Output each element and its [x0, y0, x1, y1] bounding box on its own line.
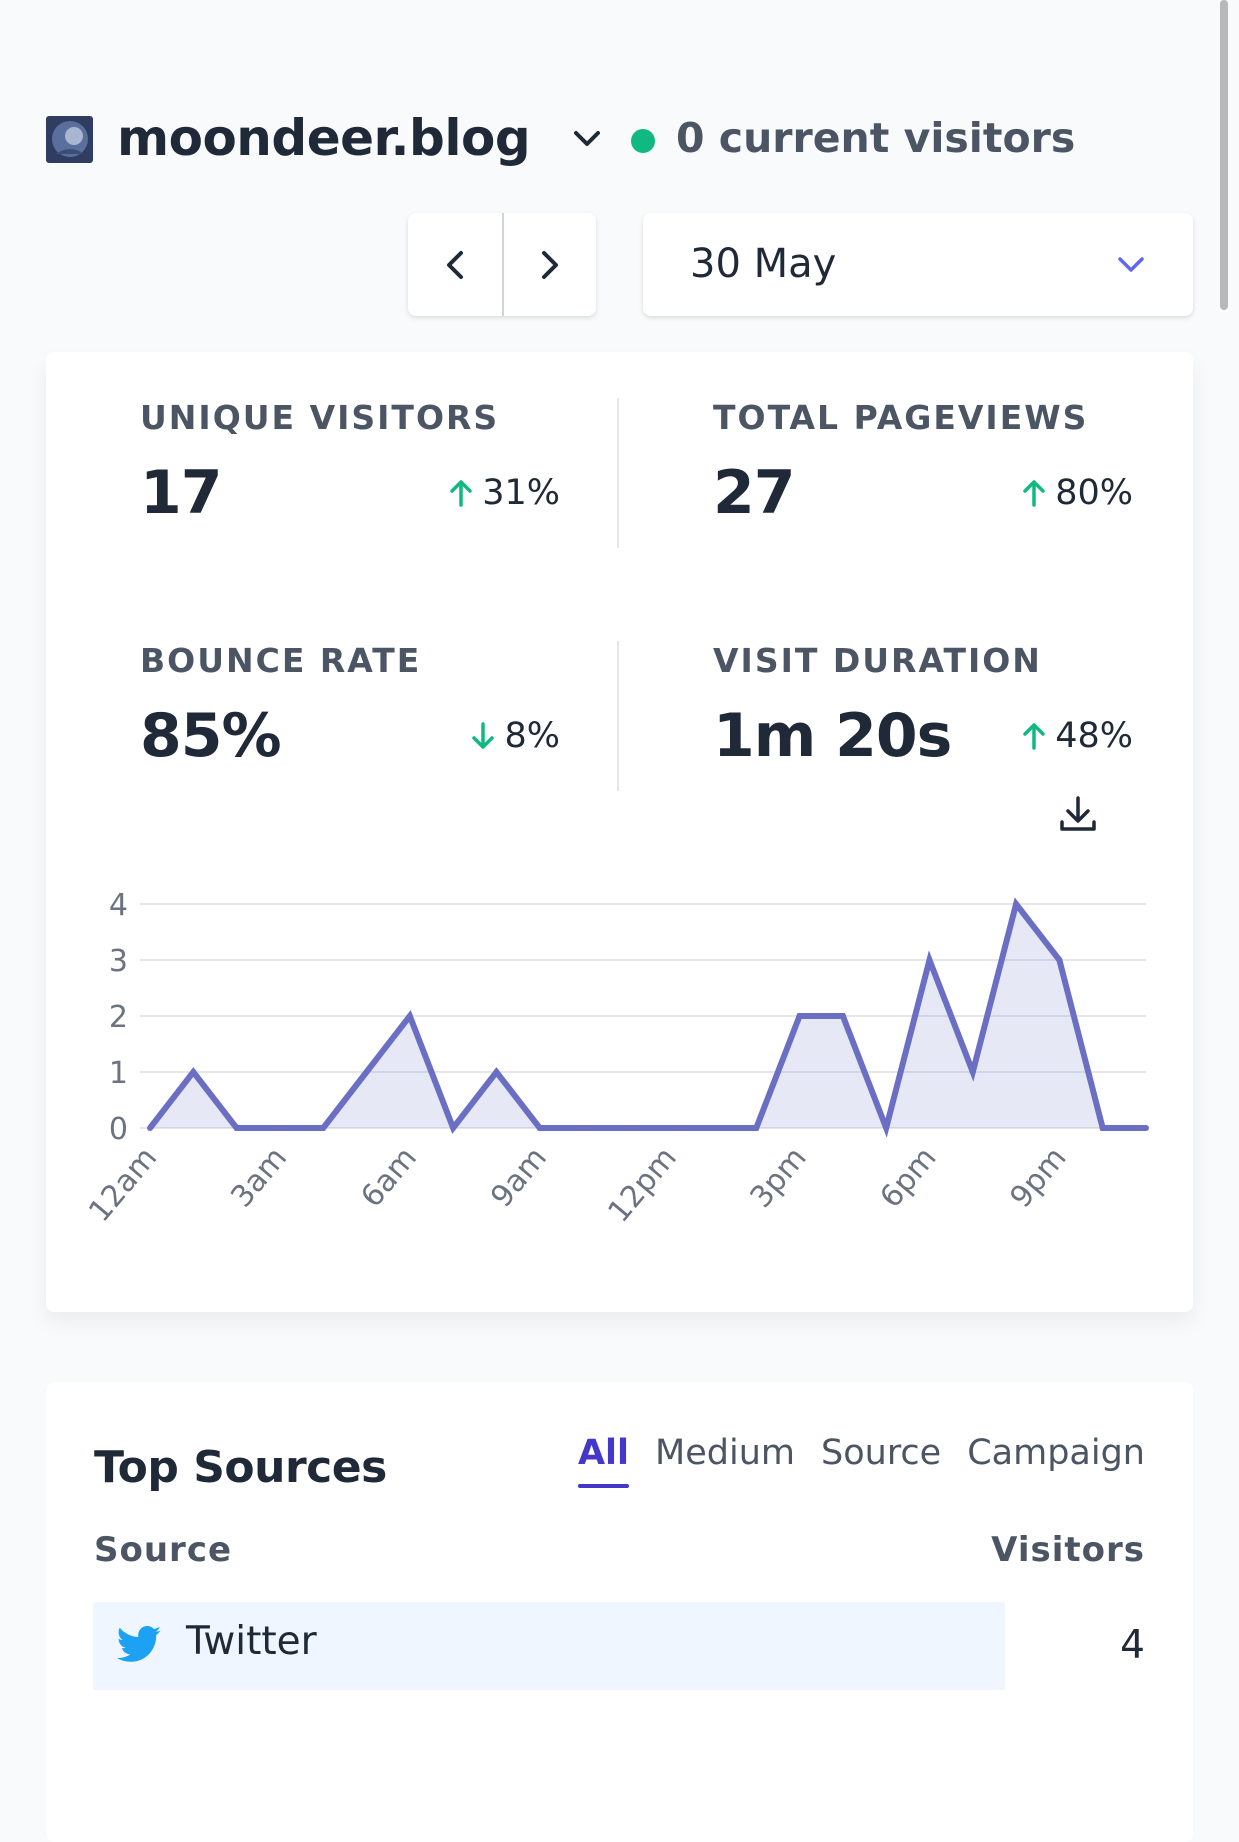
- x-tick-label: 6am: [354, 1141, 424, 1215]
- chart-point[interactable]: [363, 1069, 370, 1075]
- chart-point[interactable]: [666, 1125, 673, 1131]
- x-tick-label: 12pm: [601, 1141, 683, 1230]
- date-range-label: 30 May: [690, 241, 837, 287]
- chart-point[interactable]: [796, 1013, 803, 1019]
- twitter-icon: [115, 1624, 163, 1668]
- date-range-picker[interactable]: 30 May: [643, 213, 1193, 316]
- chart-point[interactable]: [883, 1125, 890, 1131]
- tab-all[interactable]: All: [577, 1428, 630, 1488]
- chart-point[interactable]: [493, 1069, 500, 1075]
- live-indicator-dot: [631, 129, 655, 153]
- chart-point[interactable]: [926, 957, 933, 963]
- chart-point[interactable]: [276, 1125, 283, 1131]
- tab-source[interactable]: Source: [821, 1428, 941, 1478]
- chart-point[interactable]: [406, 1013, 413, 1019]
- column-header-source: Source: [94, 1530, 233, 1570]
- next-period-button[interactable]: [502, 213, 596, 316]
- chart-point[interactable]: [709, 1125, 716, 1131]
- x-tick-label: 9pm: [1003, 1141, 1073, 1215]
- y-tick-label: 1: [109, 1056, 128, 1091]
- chart-point[interactable]: [969, 1069, 976, 1075]
- y-tick-label: 0: [109, 1112, 128, 1147]
- chart-point[interactable]: [753, 1125, 760, 1131]
- x-tick-label: 9am: [484, 1141, 554, 1215]
- chart-point[interactable]: [839, 1013, 846, 1019]
- previous-period-button[interactable]: [408, 213, 502, 316]
- column-header-visitors: Visitors: [991, 1530, 1145, 1570]
- source-visitors-count: 4: [1120, 1623, 1145, 1668]
- site-header: moondeer.blog 0 current visitors: [46, 108, 1196, 168]
- x-tick-label: 3pm: [744, 1141, 814, 1215]
- source-tabs: All Medium Source Campaign: [577, 1428, 1145, 1488]
- chevron-left-icon: [447, 250, 463, 279]
- chart-point[interactable]: [536, 1125, 543, 1131]
- chart-point[interactable]: [580, 1125, 587, 1131]
- chart-point[interactable]: [1143, 1125, 1149, 1131]
- chart-point[interactable]: [623, 1125, 630, 1131]
- chart-point[interactable]: [1099, 1125, 1106, 1131]
- site-name[interactable]: moondeer.blog: [117, 108, 531, 168]
- tab-campaign[interactable]: Campaign: [967, 1428, 1145, 1478]
- table-row[interactable]: Twitter 4: [93, 1602, 1145, 1690]
- y-tick-label: 2: [109, 1000, 128, 1035]
- chart-point[interactable]: [1013, 901, 1020, 907]
- site-favicon: [46, 116, 93, 163]
- scrollbar[interactable]: [1220, 0, 1228, 310]
- top-sources-title: Top Sources: [94, 1442, 387, 1493]
- chart-point[interactable]: [233, 1125, 240, 1131]
- visitors-chart: 0 1 2 3 4 12am 3am 6am 9am 12pm 3pm 6pm 9pm: [82, 888, 1149, 1230]
- tab-medium[interactable]: Medium: [655, 1428, 795, 1478]
- chart-point[interactable]: [190, 1069, 197, 1075]
- chevron-down-icon: [1115, 251, 1147, 279]
- y-tick-label: 3: [109, 944, 128, 979]
- source-name[interactable]: Twitter: [186, 1602, 317, 1682]
- stats-card: UNIQUE VISITORS 17 31% TOTAL PAGEVIEWS 2…: [46, 352, 1193, 1312]
- x-tick-label: 6pm: [873, 1141, 943, 1215]
- top-sources-card: Top Sources All Medium Source Campaign S…: [46, 1382, 1193, 1842]
- chart-point[interactable]: [1056, 957, 1063, 963]
- current-visitors-label[interactable]: 0 current visitors: [676, 108, 1075, 168]
- period-navigation: [408, 213, 596, 316]
- chart-point[interactable]: [320, 1125, 327, 1131]
- chevron-down-icon[interactable]: [570, 124, 604, 154]
- y-tick-label: 4: [109, 888, 128, 923]
- x-tick-label: 12am: [82, 1141, 164, 1229]
- chart-point[interactable]: [450, 1125, 457, 1131]
- x-tick-label: 3am: [224, 1141, 294, 1215]
- chevron-right-icon: [542, 250, 558, 279]
- chart-point[interactable]: [147, 1125, 153, 1131]
